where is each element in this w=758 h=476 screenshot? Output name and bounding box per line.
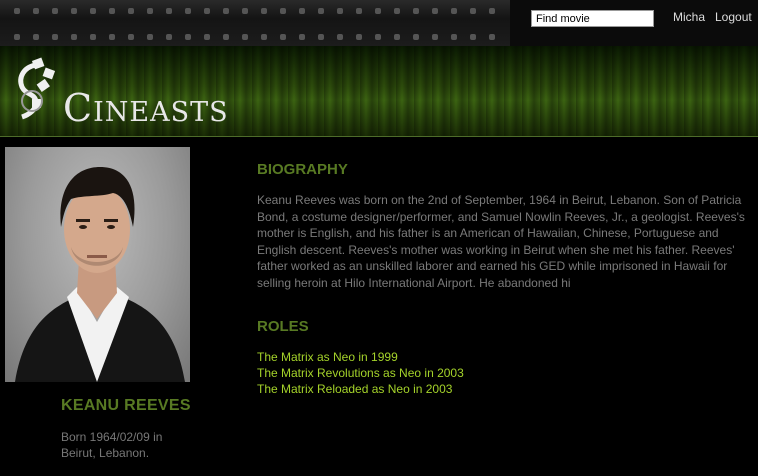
roles-list: The Matrix as Neo in 1999 The Matrix Rev… <box>257 349 464 397</box>
film-hole <box>185 34 191 40</box>
portrait-illustration <box>15 167 185 382</box>
role-link[interactable]: The Matrix as Neo in 1999 <box>257 350 398 364</box>
film-hole <box>33 8 39 14</box>
film-hole <box>204 8 210 14</box>
film-hole <box>356 8 362 14</box>
film-hole <box>147 8 153 14</box>
film-hole <box>242 34 248 40</box>
film-hole <box>432 8 438 14</box>
film-hole <box>33 34 39 40</box>
film-hole <box>109 34 115 40</box>
user-link[interactable]: Micha <box>673 10 705 24</box>
film-hole <box>242 8 248 14</box>
film-hole <box>356 34 362 40</box>
film-hole <box>451 8 457 14</box>
film-hole <box>318 8 324 14</box>
film-hole <box>166 8 172 14</box>
role-link[interactable]: The Matrix Revolutions as Neo in 2003 <box>257 366 464 380</box>
film-hole <box>318 34 324 40</box>
film-hole <box>204 34 210 40</box>
film-hole <box>299 34 305 40</box>
film-hole <box>451 34 457 40</box>
film-hole <box>375 8 381 14</box>
actor-portrait <box>5 147 190 382</box>
film-hole <box>489 8 495 14</box>
film-hole <box>375 34 381 40</box>
film-hole <box>432 34 438 40</box>
person-name: KEANU REEVES <box>61 397 191 414</box>
film-hole <box>90 34 96 40</box>
film-hole <box>337 8 343 14</box>
film-hole <box>128 8 134 14</box>
film-hole <box>394 8 400 14</box>
film-reel-logo-icon <box>18 57 56 120</box>
film-hole <box>280 8 286 14</box>
film-hole <box>299 8 305 14</box>
site-logo-text[interactable]: Cineasts <box>63 86 229 130</box>
search-input[interactable] <box>531 10 654 27</box>
film-hole <box>261 34 267 40</box>
biography-heading: BIOGRAPHY <box>257 161 348 178</box>
film-holes-bottom <box>14 34 504 40</box>
role-item: The Matrix Revolutions as Neo in 2003 <box>257 365 464 381</box>
film-hole <box>147 34 153 40</box>
film-hole <box>128 34 134 40</box>
role-item: The Matrix as Neo in 1999 <box>257 349 464 365</box>
film-hole <box>52 34 58 40</box>
film-hole <box>109 8 115 14</box>
film-hole <box>14 8 20 14</box>
biography-text: Keanu Reeves was born on the 2nd of Sept… <box>257 193 745 290</box>
film-hole <box>71 8 77 14</box>
film-hole <box>413 8 419 14</box>
film-hole <box>261 8 267 14</box>
film-hole <box>223 34 229 40</box>
person-birth-info: Born 1964/02/09 in Beirut, Lebanon. <box>61 430 163 460</box>
film-hole <box>394 34 400 40</box>
film-hole <box>166 34 172 40</box>
film-hole <box>413 34 419 40</box>
film-hole <box>280 34 286 40</box>
film-hole <box>223 8 229 14</box>
roles-heading: ROLES <box>257 318 309 335</box>
film-hole <box>470 8 476 14</box>
film-hole <box>337 34 343 40</box>
film-holes-top <box>14 8 504 14</box>
film-hole <box>14 34 20 40</box>
role-item: The Matrix Reloaded as Neo in 2003 <box>257 381 464 397</box>
film-hole <box>90 8 96 14</box>
film-hole <box>185 8 191 14</box>
film-hole <box>71 34 77 40</box>
film-hole <box>489 34 495 40</box>
film-hole <box>470 34 476 40</box>
film-hole <box>52 8 58 14</box>
logout-link[interactable]: Logout <box>715 10 752 24</box>
role-link[interactable]: The Matrix Reloaded as Neo in 2003 <box>257 382 452 396</box>
film-strip-decoration <box>0 0 510 46</box>
